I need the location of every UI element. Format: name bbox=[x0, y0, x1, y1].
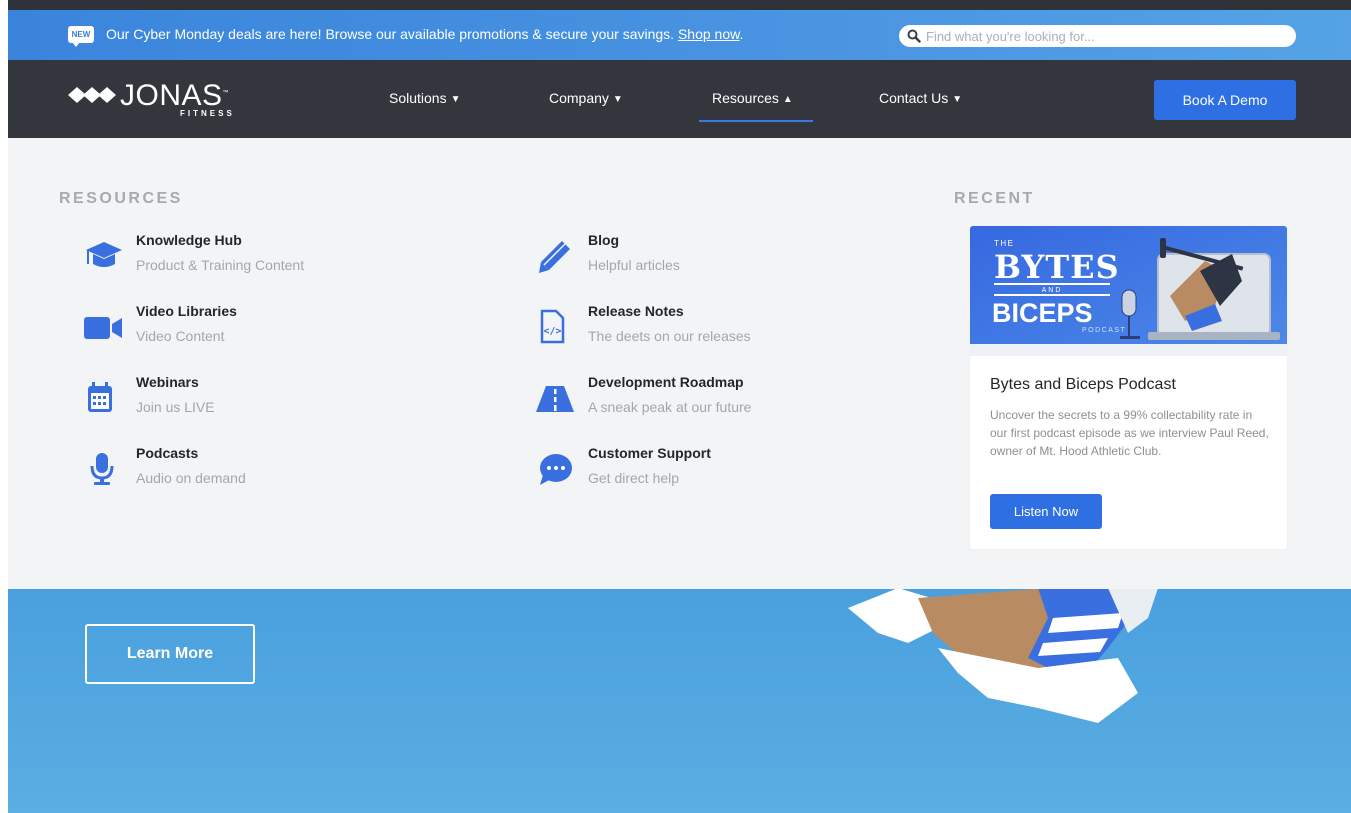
resources-mega-menu: RESOURCES RECENT Knowledge Hub Product &… bbox=[8, 138, 1351, 589]
shop-now-link[interactable]: Shop now bbox=[678, 26, 740, 42]
search-input[interactable] bbox=[926, 27, 1286, 45]
listen-now-button[interactable]: Listen Now bbox=[990, 494, 1102, 529]
torn-paper-arm-illustration bbox=[848, 588, 1158, 723]
menu-item-title: Release Notes bbox=[588, 303, 684, 319]
resources-heading: RESOURCES bbox=[59, 190, 183, 207]
window-left-edge bbox=[0, 0, 8, 813]
menu-item-title: Podcasts bbox=[136, 445, 199, 461]
menu-item-subtitle: Video Content bbox=[136, 328, 225, 344]
promo-text: Our Cyber Monday deals are here! Browse … bbox=[106, 26, 743, 42]
recent-podcast-card: THE BYTES AND BICEPS PODCAST Bytes and B… bbox=[970, 226, 1287, 549]
menu-item-release-notes[interactable]: </> Release Notes The deets on our relea… bbox=[536, 303, 896, 353]
calendar-icon bbox=[88, 382, 112, 412]
recent-card-description: Uncover the secrets to a 99% collectabil… bbox=[990, 408, 1269, 458]
nav-solutions[interactable]: Solutions ▼ bbox=[389, 90, 461, 106]
promo-bar: NEW Our Cyber Monday deals are here! Bro… bbox=[8, 10, 1351, 60]
menu-item-knowledge-hub[interactable]: Knowledge Hub Product & Training Content bbox=[84, 232, 444, 282]
main-nav: JONAS™ FITNESS Solutions ▼ Company ▼ Resou… bbox=[8, 60, 1351, 138]
nav-contact-us[interactable]: Contact Us ▼ bbox=[879, 90, 962, 106]
promo-message: Our Cyber Monday deals are here! Browse … bbox=[106, 26, 675, 42]
svg-text:THE: THE bbox=[994, 239, 1015, 248]
menu-item-customer-support[interactable]: Customer Support Get direct help bbox=[536, 445, 896, 495]
svg-text:AND: AND bbox=[1042, 287, 1063, 294]
pencil-icon bbox=[539, 241, 570, 273]
menu-item-title: Customer Support bbox=[588, 445, 711, 461]
logo-text: JONAS™ bbox=[120, 79, 230, 112]
recent-card-title: Bytes and Biceps Podcast bbox=[990, 376, 1176, 393]
menu-item-podcasts[interactable]: Podcasts Audio on demand bbox=[84, 445, 444, 495]
menu-item-development-roadmap[interactable]: Development Roadmap A sneak peak at our … bbox=[536, 374, 896, 424]
menu-item-title: Webinars bbox=[136, 374, 199, 390]
logo-diamonds-icon bbox=[68, 87, 116, 103]
menu-item-subtitle: Get direct help bbox=[588, 470, 680, 486]
chevron-down-icon: ▼ bbox=[612, 94, 623, 105]
new-badge: NEW bbox=[68, 26, 94, 47]
search-icon bbox=[907, 29, 921, 43]
jonas-fitness-logo[interactable]: JONAS™ FITNESS bbox=[68, 79, 248, 121]
menu-item-subtitle: The deets on our releases bbox=[588, 328, 751, 344]
promo-end: . bbox=[739, 26, 744, 42]
microphone-icon bbox=[90, 453, 114, 485]
hero-section: Learn More bbox=[8, 588, 1351, 813]
search-box[interactable] bbox=[899, 25, 1296, 47]
nav-resources[interactable]: Resources ▲ bbox=[712, 90, 793, 106]
svg-text:BYTES: BYTES bbox=[994, 248, 1120, 286]
menu-item-subtitle: Helpful articles bbox=[588, 257, 680, 273]
bytes-and-biceps-podcast-image[interactable]: THE BYTES AND BICEPS PODCAST bbox=[970, 226, 1287, 356]
menu-item-video-libraries[interactable]: Video Libraries Video Content bbox=[84, 303, 444, 353]
nav-company[interactable]: Company ▼ bbox=[549, 90, 623, 106]
svg-text:PODCAST: PODCAST bbox=[1082, 327, 1126, 334]
menu-item-title: Blog bbox=[588, 232, 620, 248]
menu-item-title: Development Roadmap bbox=[588, 374, 744, 390]
logo-subtext: FITNESS bbox=[180, 109, 235, 118]
video-camera-icon bbox=[84, 317, 122, 339]
svg-text:BICEPS: BICEPS bbox=[992, 298, 1093, 328]
book-a-demo-button[interactable]: Book A Demo bbox=[1154, 80, 1296, 120]
menu-item-subtitle: Product & Training Content bbox=[136, 257, 305, 273]
menu-item-title: Video Libraries bbox=[136, 303, 237, 319]
menu-item-subtitle: Join us LIVE bbox=[136, 399, 215, 415]
code-file-icon: </> bbox=[540, 309, 565, 344]
chevron-down-icon: ▼ bbox=[952, 94, 963, 105]
road-icon bbox=[536, 386, 574, 412]
menu-item-blog[interactable]: Blog Helpful articles bbox=[536, 232, 896, 282]
menu-item-subtitle: Audio on demand bbox=[136, 470, 246, 486]
chevron-down-icon: ▼ bbox=[450, 94, 461, 105]
menu-item-title: Knowledge Hub bbox=[136, 232, 242, 248]
menu-item-webinars[interactable]: Webinars Join us LIVE bbox=[84, 374, 444, 424]
learn-more-button[interactable]: Learn More bbox=[85, 624, 255, 684]
graduation-cap-icon bbox=[86, 242, 122, 267]
window-top-edge bbox=[0, 0, 1351, 10]
svg-text:</>: </> bbox=[543, 326, 561, 337]
chevron-up-icon: ▲ bbox=[782, 94, 793, 105]
menu-item-subtitle: A sneak peak at our future bbox=[588, 399, 752, 415]
active-nav-indicator bbox=[699, 120, 813, 122]
chat-bubble-icon bbox=[540, 454, 572, 485]
recent-heading: RECENT bbox=[954, 190, 1035, 207]
